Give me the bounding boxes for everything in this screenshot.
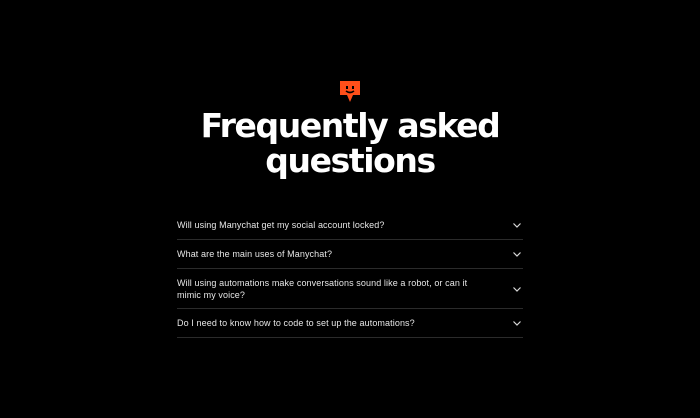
chevron-down-icon[interactable] [512, 249, 522, 259]
faq-item[interactable]: What are the main uses of Manychat? [177, 240, 523, 269]
faq-question: Will using automations make conversation… [177, 277, 468, 300]
page-title-line-1: Frequently asked [200, 106, 501, 145]
faq-question: Will using Manychat get my social accoun… [177, 220, 385, 230]
page-title: Frequently asked questions [0, 108, 700, 178]
chevron-down-icon[interactable] [512, 220, 522, 230]
page-title-line-2: questions [265, 141, 436, 180]
faq-page: Frequently asked questions Will using Ma… [0, 0, 700, 418]
faq-item[interactable]: Will using automations make conversation… [177, 269, 523, 309]
faq-question: What are the main uses of Manychat? [177, 249, 333, 259]
faq-item[interactable]: Will using Manychat get my social accoun… [177, 211, 523, 240]
chevron-down-icon[interactable] [512, 284, 522, 294]
faq-question: Do I need to know how to code to set up … [177, 318, 415, 328]
chevron-down-icon[interactable] [512, 318, 522, 328]
faq-list: Will using Manychat get my social accoun… [177, 211, 523, 338]
faq-item[interactable]: Do I need to know how to code to set up … [177, 309, 523, 338]
manychat-logo-icon [340, 81, 360, 102]
